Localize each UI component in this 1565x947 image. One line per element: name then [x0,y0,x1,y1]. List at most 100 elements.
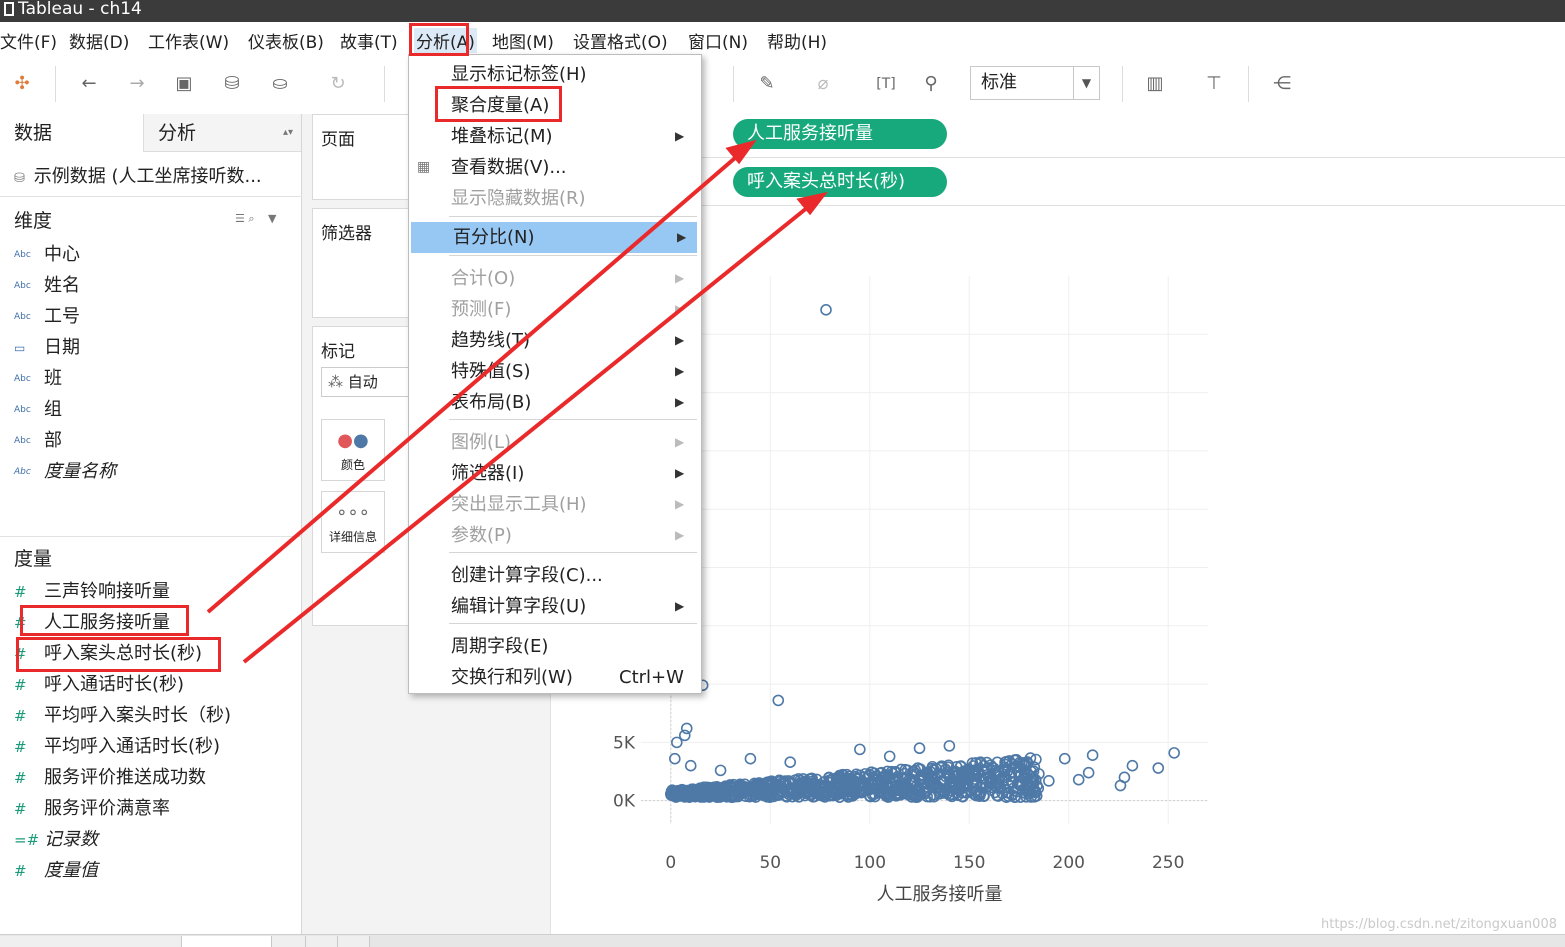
analysis-menu-item[interactable]: 显示隐藏数据(R) [409,183,701,214]
measure-field[interactable]: # 三声铃响接听量 [14,577,170,605]
data-point [680,722,693,735]
list-view-icon[interactable]: ☰ [235,212,245,225]
menu-data[interactable]: 数据(D) [69,28,129,53]
number-type-icon: # [14,738,27,756]
analysis-menu-item[interactable]: 特殊值(S) ▶ [409,356,701,387]
submenu-arrow-icon: ▶ [675,466,685,480]
menu-help[interactable]: 帮助(H) [767,28,827,53]
dimension-field[interactable]: Abc 工号 [14,302,80,330]
analysis-menu-item[interactable]: ▦ 查看数据(V)... [409,152,701,183]
submenu-arrow-icon: ▶ [675,302,685,316]
measure-field-label: 度量值 [44,860,98,881]
analysis-menu-item[interactable]: 筛选器(I) ▶ [409,458,701,489]
chevron-down-icon[interactable]: ▼ [268,212,276,225]
analysis-menu-item[interactable]: 交换行和列(W) Ctrl+W [409,662,701,693]
fit-select-value: 标准 [981,72,1017,93]
dimension-field[interactable]: Abc 中心 [14,240,80,268]
menu-map[interactable]: 地图(M) [492,28,554,53]
dimension-field[interactable]: Abc 部 [14,426,62,454]
analysis-menu-item[interactable]: 突出显示工具(H) ▶ [409,489,701,520]
refresh-icon[interactable]: ↻ [326,72,350,96]
measure-field[interactable]: # 平均呼入通话时长(秒) [14,732,220,760]
pin-icon[interactable]: ⚲ [919,72,943,96]
analysis-menu-item[interactable]: 显示标记标签(H) [409,59,701,90]
pause-update-icon[interactable]: ⛀ [268,72,292,96]
submenu-arrow-icon: ▶ [675,528,685,542]
menu-file[interactable]: 文件(F) [0,28,57,53]
string-type-icon: Abc [14,312,31,322]
submenu-arrow-icon: ▶ [675,364,685,378]
analysis-menu-item[interactable]: 预测(F) ▶ [409,294,701,325]
analysis-menu-item[interactable]: 堆叠标记(M) ▶ [409,121,701,152]
analysis-menu-item[interactable]: 参数(P) ▶ [409,520,701,551]
analysis-menu-item[interactable]: 百分比(N) ▶ [411,222,697,253]
measure-field[interactable]: # 呼入案头总时长(秒) [14,639,202,667]
analysis-menu-item[interactable]: 图例(L) ▶ [409,427,701,458]
share-icon[interactable]: ⋲ [1270,72,1294,96]
detail-button[interactable]: ∘∘∘ 详细信息 [321,491,385,553]
measure-field-label: 平均呼入案头时长（秒) [44,705,232,726]
search-icon[interactable]: ⌕ [248,212,254,225]
rows-shelf[interactable]: 呼入案头总时长(秒) [550,162,1565,206]
measure-field[interactable]: # 服务评价推送成功数 [14,763,206,791]
menu-format[interactable]: 设置格式(O) [573,28,668,53]
menu-worksheet[interactable]: 工作表(W) [148,28,229,53]
measure-field[interactable]: # 度量值 [14,856,98,884]
analysis-menu-item[interactable]: 表布局(B) ▶ [409,387,701,418]
rows-pill[interactable]: 呼入案头总时长(秒) [733,167,947,197]
datasource-item[interactable]: ⛁ 示例数据 (人工坐席接听数... [14,162,299,188]
menu-separator [449,623,697,624]
measure-field[interactable]: # 平均呼入案头时长（秒) [14,701,231,729]
menu-analysis[interactable]: 分析(A) [414,28,477,53]
fit-select[interactable]: 标准 ▼ [970,66,1100,100]
presentation-icon[interactable]: ⊤ [1202,72,1226,96]
dimension-field[interactable]: Abc 组 [14,395,62,423]
dimension-field[interactable]: Abc 度量名称 [14,457,116,485]
save-icon[interactable]: ▣ [172,72,196,96]
menu-window[interactable]: 窗口(N) [688,28,748,53]
datasource-name: 示例数据 (人工坐席接听数... [33,166,262,187]
new-dashboard-tab[interactable] [306,936,338,947]
columns-pill[interactable]: 人工服务接听量 [733,119,947,149]
marks-type-select[interactable]: ⁂ 自动 [321,367,421,397]
new-sheet-tab[interactable] [272,936,306,947]
analysis-menu-item[interactable]: 合计(O) ▶ [409,263,701,294]
menu-story[interactable]: 故事(T) [340,28,398,53]
chevron-updown-icon[interactable]: ▴▾ [283,114,293,152]
analysis-menu-item[interactable]: 编辑计算字段(U) ▶ [409,591,701,622]
chevron-down-icon[interactable]: ▼ [1073,67,1099,99]
measure-field[interactable]: =# 记录数 [14,825,98,853]
sheet-tab[interactable] [182,936,272,947]
number-type-icon: # [14,583,27,601]
data-source-tab[interactable] [0,936,182,947]
attach-icon[interactable]: ⌀ [811,72,835,96]
data-point [913,742,926,755]
analysis-menu-item[interactable]: 聚合度量(A) [409,90,701,121]
new-story-tab[interactable] [338,936,370,947]
measure-field[interactable]: # 呼入通话时长(秒) [14,670,184,698]
analysis-menu-item[interactable]: 周期字段(E) [409,631,701,662]
chart-type-icon[interactable]: ▥ [1143,72,1167,96]
analysis-menu-item[interactable]: 创建计算字段(C)... [409,560,701,591]
measure-field[interactable]: # 服务评价满意率 [14,794,170,822]
dimension-field[interactable]: Abc 班 [14,364,62,392]
tab-analysis[interactable]: 分析 ▴▾ [143,114,301,152]
color-button[interactable]: ●● 颜色 [321,419,385,481]
tab-data[interactable]: 数据 [0,114,143,152]
redo-icon[interactable]: → [125,72,149,96]
columns-shelf[interactable]: 人工服务接听量 [550,114,1565,158]
data-point [1043,775,1055,787]
highlight-icon[interactable]: ✎ [755,72,779,96]
dimension-field[interactable]: Abc 姓名 [14,271,80,299]
new-datasource-icon[interactable]: ⛁ [220,72,244,96]
tableau-window: Tableau - ch14 文件(F) 数据(D) 工作表(W) 仪表板(B)… [0,0,1565,947]
menu-dashboard[interactable]: 仪表板(B) [248,28,324,53]
analysis-menu-item[interactable]: 趋势线(T) ▶ [409,325,701,356]
tableau-logo-icon[interactable]: ✣ [10,72,34,96]
undo-icon[interactable]: ← [77,72,101,96]
y-tick-label: 5K [613,733,636,753]
text-label-icon[interactable]: [T] [874,72,898,96]
measure-field[interactable]: # 人工服务接听量 [14,608,170,636]
measure-field-label: 呼入案头总时长(秒) [44,643,203,664]
dimension-field[interactable]: ▭ 日期 [14,333,80,361]
